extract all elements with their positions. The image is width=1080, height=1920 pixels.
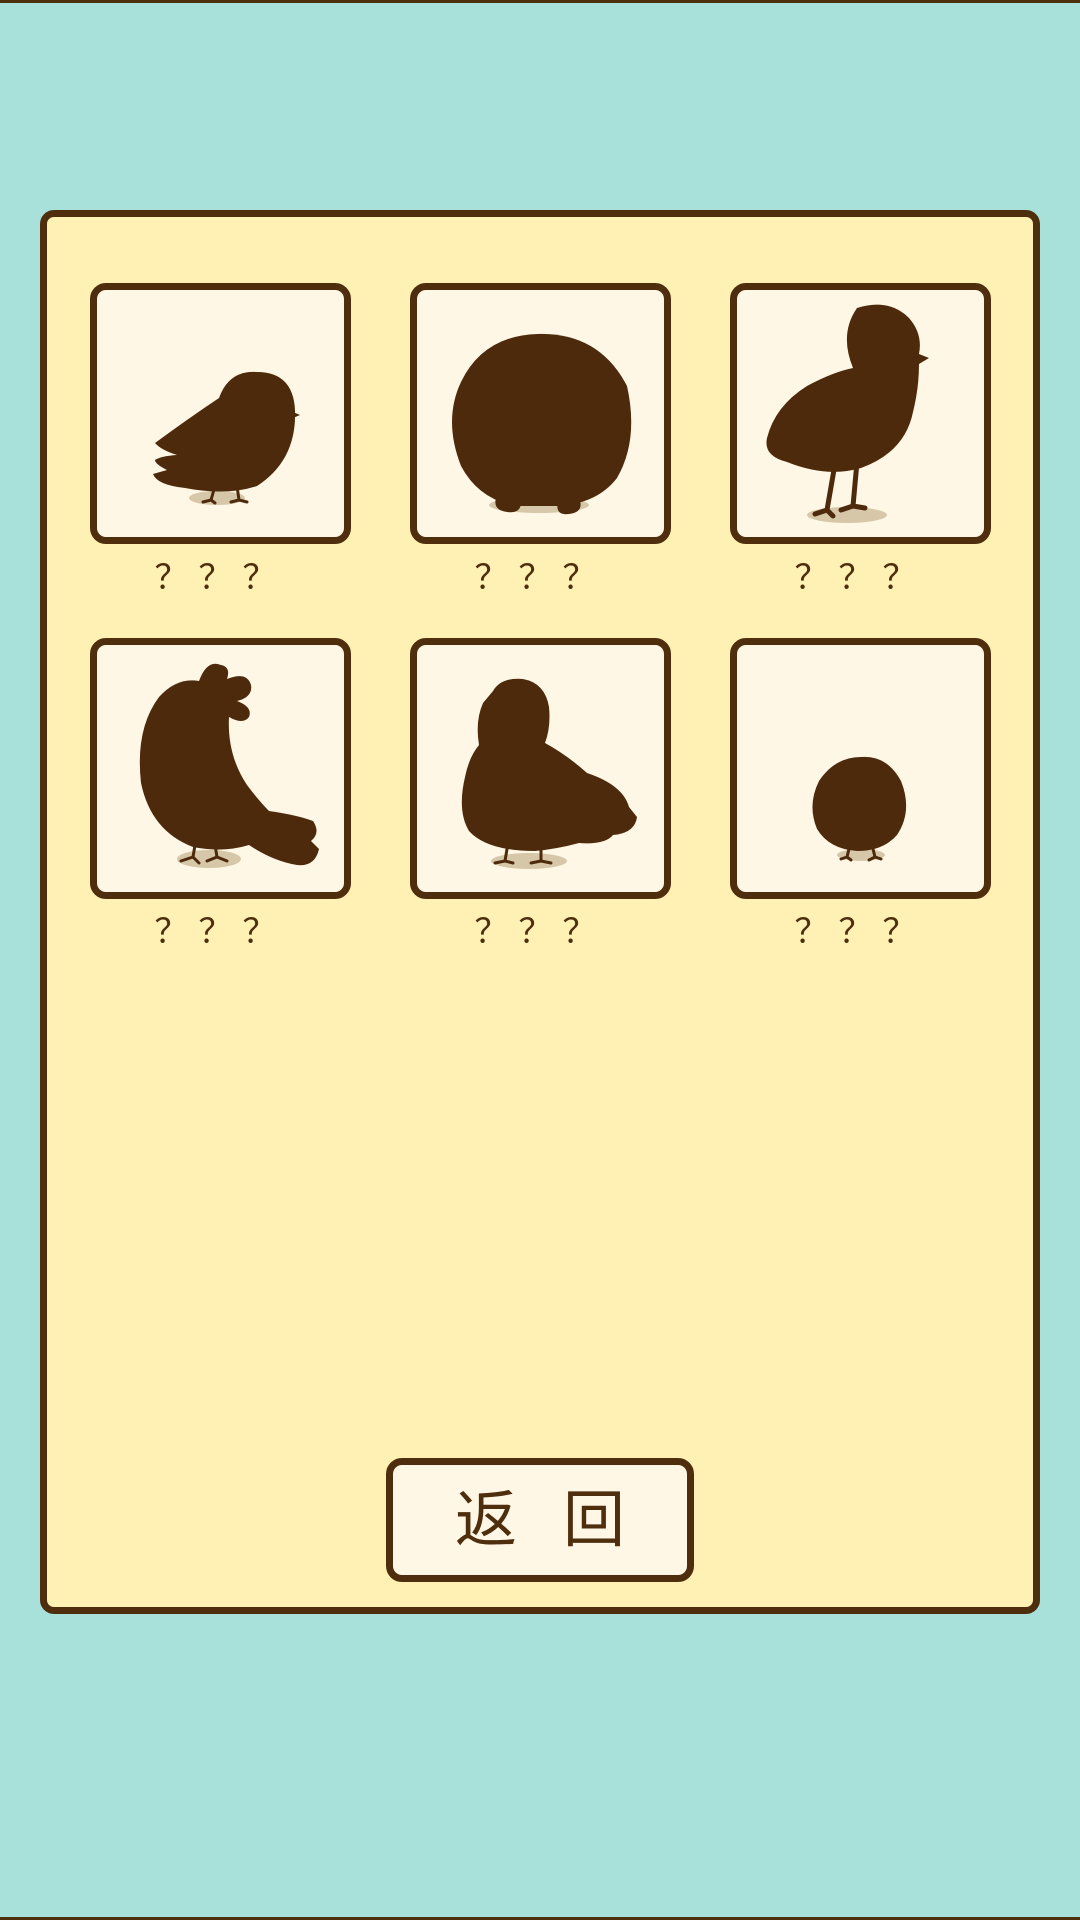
bird-name-5: ？？？	[474, 912, 607, 952]
bird-name-6: ？？？	[794, 912, 927, 952]
bird-name-1: ？？？	[154, 558, 287, 598]
bird-card-2[interactable]	[410, 283, 671, 544]
back-button-label: 返回	[454, 1483, 671, 1556]
chick-silhouette-icon	[766, 304, 929, 523]
bird-card-1[interactable]	[90, 283, 351, 544]
back-button[interactable]: 返回	[386, 1458, 694, 1582]
round-bird-silhouette-icon	[452, 333, 632, 515]
collection-panel: ？？？ ？？？ ？？？ ？？？ ？？？ ？？？	[40, 210, 1040, 1614]
game-screen: ？？？ ？？？ ？？？ ？？？ ？？？ ？？？ 返回	[0, 0, 1080, 1920]
bird-card-5[interactable]	[410, 638, 671, 899]
sparrow-silhouette-icon	[153, 371, 300, 505]
bird-name-3: ？？？	[794, 558, 927, 598]
bird-card-6[interactable]	[730, 638, 991, 899]
bird-name-2: ？？？	[474, 558, 607, 598]
crested-bird-silhouette-icon	[139, 663, 319, 868]
bird-name-4: ？？？	[154, 912, 287, 952]
small-round-bird-silhouette-icon	[812, 756, 907, 862]
pigeon-silhouette-icon	[461, 678, 637, 869]
bird-card-3[interactable]	[730, 283, 991, 544]
bird-card-4[interactable]	[90, 638, 351, 899]
